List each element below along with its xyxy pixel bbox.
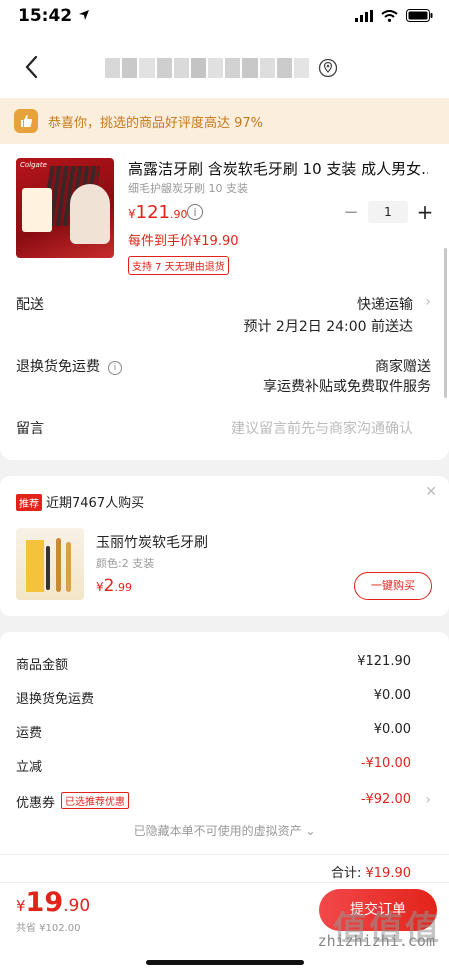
summary-value: ¥0.00 bbox=[373, 722, 411, 737]
location-pin-icon[interactable] bbox=[318, 58, 338, 78]
divider bbox=[0, 854, 449, 855]
summary-value: ¥121.90 bbox=[357, 654, 411, 669]
price-summary-card: 商品金额 ¥121.90 退换货免运费 ¥0.00 运费 ¥0.00 立减 -¥… bbox=[0, 632, 449, 882]
delivery-label: 配送 bbox=[16, 297, 44, 313]
price-info-icon[interactable]: i bbox=[187, 204, 203, 220]
return-shipping-value: 商家赠送 bbox=[375, 359, 431, 375]
status-bar: 15:42 bbox=[0, 0, 449, 36]
product-image[interactable]: Colgate bbox=[16, 158, 114, 258]
summary-label: 立减 bbox=[16, 760, 43, 775]
order-total: 合计: ¥19.90 bbox=[330, 866, 411, 881]
back-button[interactable] bbox=[18, 52, 44, 82]
recommend-spec: 颜色:2 支装 bbox=[96, 557, 155, 570]
quantity-stepper: − 1 + bbox=[342, 200, 434, 224]
blurred-address bbox=[105, 58, 310, 78]
recommend-product-image[interactable] bbox=[16, 528, 84, 600]
home-indicator[interactable] bbox=[146, 960, 304, 965]
message-input[interactable]: 建议留言前先与商家沟通确认 bbox=[231, 418, 413, 438]
recommendation-card: 推荐 近期7467人购买 ✕ 玉丽竹炭软毛牙刷 颜色:2 支装 ¥ 2 .99 … bbox=[0, 476, 449, 616]
coupon-row[interactable]: 优惠券 已选推荐优惠 bbox=[16, 792, 130, 811]
close-icon[interactable]: ✕ bbox=[425, 484, 437, 500]
product-spec: 细毛护龈炭牙刷 10 支装 bbox=[128, 182, 248, 195]
thumbs-up-icon bbox=[14, 109, 38, 133]
summary-label: 退换货免运费 bbox=[16, 692, 95, 707]
summary-label: 运费 bbox=[16, 726, 43, 741]
location-arrow-icon bbox=[79, 10, 90, 20]
signal-icon bbox=[355, 9, 373, 22]
decrease-button[interactable]: − bbox=[342, 202, 360, 223]
increase-button[interactable]: + bbox=[416, 200, 434, 224]
delivery-eta: 预计 2月2日 24:00 前送达 bbox=[243, 319, 413, 335]
delivery-value[interactable]: 快递运输 bbox=[357, 294, 413, 314]
return-policy-tag: 支持 7 天无理由退货 bbox=[128, 256, 229, 275]
nav-bar bbox=[0, 36, 449, 98]
payable-price: ¥ 19 .90 bbox=[16, 887, 91, 918]
recommend-title[interactable]: 玉丽竹炭软毛牙刷 bbox=[96, 532, 208, 552]
summary-value: -¥10.00 bbox=[360, 756, 411, 771]
return-shipping-desc: 享运费补贴或免费取件服务 bbox=[263, 379, 431, 395]
message-label: 留言 bbox=[16, 421, 44, 437]
unit-price: 每件到手价¥19.90 bbox=[128, 234, 239, 249]
scrollbar[interactable] bbox=[444, 248, 447, 398]
one-click-buy-button[interactable]: 一键购买 bbox=[354, 572, 432, 600]
brand-logo: Colgate bbox=[20, 161, 47, 169]
praise-notice: 恭喜你，挑选的商品好评度高达 97% bbox=[0, 98, 449, 144]
chevron-right-icon[interactable]: › bbox=[425, 294, 431, 310]
recommend-badge: 推荐 bbox=[16, 494, 42, 511]
chevron-left-icon bbox=[25, 55, 38, 79]
notice-text: 恭喜你，挑选的商品好评度高达 97% bbox=[48, 115, 264, 131]
recommend-text: 近期7467人购买 bbox=[46, 496, 145, 511]
order-product-card: Colgate 高露洁牙刷 含炭软毛牙刷 10 支装 成人男女... 细毛护龈炭… bbox=[0, 144, 449, 460]
saved-amount: 共省 ¥102.00 bbox=[16, 923, 81, 934]
watermark-url: zhizhizhi.com bbox=[317, 932, 435, 950]
chevron-right-icon[interactable]: › bbox=[425, 792, 431, 808]
summary-label: 优惠券 bbox=[16, 796, 56, 811]
quantity-field[interactable]: 1 bbox=[368, 201, 408, 223]
status-time: 15:42 bbox=[18, 6, 90, 26]
coupon-tag: 已选推荐优惠 bbox=[61, 792, 130, 809]
product-title[interactable]: 高露洁牙刷 含炭软毛牙刷 10 支装 成人男女... bbox=[128, 158, 428, 179]
summary-label: 商品金额 bbox=[16, 658, 69, 673]
summary-value: ¥0.00 bbox=[373, 688, 411, 703]
return-shipping-label: 退换货免运费 i bbox=[16, 356, 122, 376]
product-price: ¥ 121 .90 bbox=[128, 202, 188, 223]
battery-icon bbox=[406, 9, 433, 22]
recommend-price: ¥ 2 .99 bbox=[96, 576, 132, 596]
info-icon[interactable]: i bbox=[108, 361, 122, 375]
summary-value[interactable]: -¥92.00 bbox=[361, 792, 411, 807]
wifi-icon bbox=[381, 9, 398, 22]
hidden-assets-toggle[interactable]: 已隐藏本单不可使用的虚拟资产 ⌄ bbox=[0, 822, 449, 839]
